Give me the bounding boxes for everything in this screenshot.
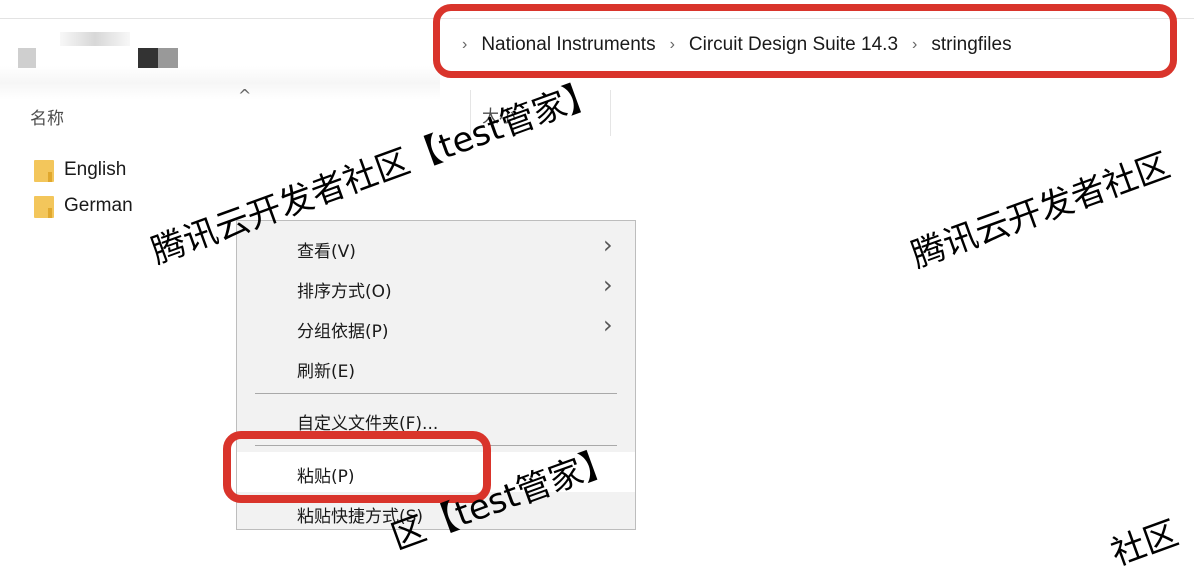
menu-item-group-by[interactable]: 分组依据(P) › xyxy=(237,307,635,347)
file-list: English German xyxy=(34,152,133,224)
column-header-name[interactable]: 名称 xyxy=(30,104,64,129)
menu-item-label: 查看(V) xyxy=(297,242,356,262)
menu-item-label: 刷新(E) xyxy=(297,362,356,382)
menu-item-view[interactable]: 查看(V) › xyxy=(237,227,635,267)
list-item[interactable]: English xyxy=(34,152,133,188)
folder-icon xyxy=(34,194,54,218)
menu-divider xyxy=(255,393,617,394)
watermark: 腾讯云开发者社区 xyxy=(905,145,1176,277)
folder-icon xyxy=(34,158,54,182)
menu-item-sort-by[interactable]: 排序方式(O) › xyxy=(237,267,635,307)
menu-item-label: 排序方式(O) xyxy=(297,282,392,302)
blurred-button xyxy=(138,48,178,68)
menu-item-label: 分组依据(P) xyxy=(297,322,389,342)
menu-item-refresh[interactable]: 刷新(E) xyxy=(237,347,635,387)
chevron-right-icon: › xyxy=(603,311,613,339)
list-item[interactable]: German xyxy=(34,188,133,224)
blurred-icon xyxy=(18,48,36,68)
column-divider[interactable] xyxy=(610,90,611,136)
watermark: 社区 xyxy=(1105,513,1184,575)
address-highlight-box xyxy=(433,4,1177,78)
chevron-right-icon: › xyxy=(603,271,613,299)
file-name: English xyxy=(64,159,127,180)
blurred-text xyxy=(60,32,130,46)
sort-up-icon: ^ xyxy=(238,86,252,105)
chevron-right-icon: › xyxy=(603,231,613,259)
file-name: German xyxy=(64,195,133,216)
